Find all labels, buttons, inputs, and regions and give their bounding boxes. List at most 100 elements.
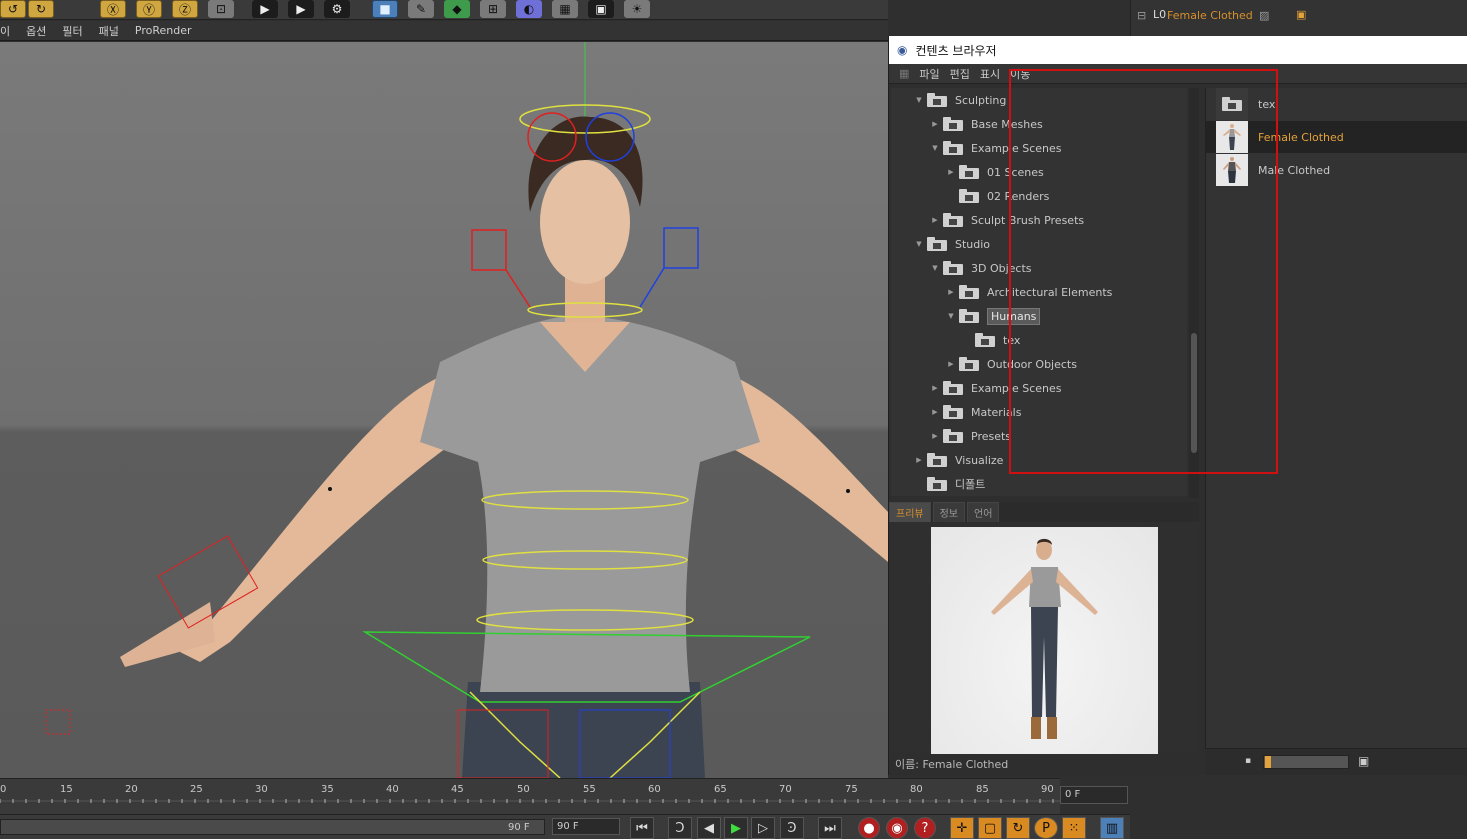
collapse-arrow-icon[interactable]: ▼ [915,96,923,104]
tab-info[interactable]: 정보 [932,502,966,522]
go-to-start-icon[interactable]: ⏮ [630,817,654,839]
end-frame-field[interactable]: 90 F [552,818,620,835]
object-manager-strip: ⊟ L0 Female Clothed ▨ ▣ [1130,0,1467,36]
y-axis-icon[interactable]: Ⓨ [136,0,162,18]
spline-pen-icon[interactable]: ✎ [408,0,434,18]
timeline-ruler[interactable]: 0 15 20 25 30 35 40 45 50 55 60 65 70 75… [0,778,1060,814]
3d-viewport[interactable] [0,42,888,778]
undo-icon[interactable]: ↺ [0,0,26,18]
rotate-key-icon[interactable]: ↻ [1006,817,1030,839]
pla-key-icon[interactable]: ⁙ [1062,817,1086,839]
tree-item-label: Visualize [955,453,1004,467]
play-icon[interactable]: ▶ [724,817,748,839]
folder-icon [959,165,979,179]
viewport-menu-view[interactable]: 이 [0,23,10,39]
hierarchy-icon[interactable]: ⊟ [1137,9,1146,22]
thumbnail-size-slider[interactable] [1263,755,1349,769]
preview-range-slider[interactable]: 90 F [0,819,545,835]
edit-render-settings-icon[interactable]: ⚙ [324,0,350,18]
cinema4d-logo-icon: ◉ [897,43,908,57]
grip-icon: ▦ [899,67,910,80]
keyframe-selection-icon[interactable]: ? [914,817,936,839]
tree-item-presets[interactable]: ▶ Presets [931,424,1011,448]
tree-item-label: 디폴트 [955,478,986,491]
content-browser-titlebar[interactable]: ◉ 컨텐츠 브라우저 [889,36,1467,64]
collapse-arrow-icon[interactable]: ▼ [931,144,939,152]
move-key-icon[interactable]: ✛ [950,817,974,839]
tab-language[interactable]: 언어 [967,502,1000,522]
go-to-end-icon[interactable]: ⏭ [818,817,842,839]
viewport-menu-prorender[interactable]: ProRender [135,24,192,37]
tree-item-default[interactable]: 디폴트 [915,472,985,496]
layer-icon[interactable]: ▨ [1259,9,1269,22]
coordinate-system-icon[interactable]: ⊡ [208,0,234,18]
folder-icon [959,285,979,299]
tree-item-materials[interactable]: ▶ Materials [931,400,1021,424]
menu-view[interactable]: 표시 [980,66,1000,82]
folder-icon [943,381,963,395]
previous-key-icon[interactable]: Ͻ [668,817,692,839]
menu-file[interactable]: 파일 [919,66,939,82]
light-icon[interactable]: ☀ [624,0,650,18]
deformer-icon[interactable]: ◐ [516,0,542,18]
expand-arrow-icon[interactable]: ▶ [947,168,955,176]
object-name-female-clothed[interactable]: Female Clothed [1167,9,1253,22]
x-axis-icon[interactable]: Ⓧ [100,0,126,18]
menu-edit[interactable]: 편집 [950,66,970,82]
expand-arrow-icon[interactable]: ▶ [947,360,955,368]
preview-tabs: 프리뷰 정보 언어 [889,502,1199,522]
previous-frame-icon[interactable]: ◀ [697,817,721,839]
viewport-menu-panel[interactable]: 패널 [99,23,119,39]
tree-item-visualize[interactable]: ▶ Visualize [915,448,1003,472]
record-icon[interactable]: ● [858,817,880,839]
folder-icon [927,453,947,467]
render-view-icon[interactable]: ▶ [252,0,278,18]
expand-arrow-icon[interactable]: ▶ [947,288,955,296]
viewport-menu-filter[interactable]: 필터 [62,23,82,39]
viewport-menu-options[interactable]: 옵션 [26,23,46,39]
scale-key-icon[interactable]: ▢ [978,817,1002,839]
expand-arrow-icon[interactable]: ▶ [931,432,939,440]
small-thumbnail-icon[interactable]: ▪ [1245,756,1251,766]
autokey-icon[interactable]: ◉ [886,817,908,839]
expand-arrow-icon[interactable]: ▶ [931,120,939,128]
collapse-arrow-icon[interactable]: ▼ [931,264,939,272]
large-thumbnail-icon[interactable]: ▣ [1358,754,1369,768]
timeline-ticks [0,799,1060,803]
camera-icon[interactable]: ▣ [588,0,614,18]
folder-open-icon [959,309,979,323]
folder-icon [975,333,995,347]
expand-arrow-icon[interactable]: ▶ [931,384,939,392]
preview-name-label: 이름: Female Clothed [895,758,1009,771]
folder-open-icon [943,141,963,155]
next-key-icon[interactable]: Ͽ [780,817,804,839]
playback-bar: 90 F 90 F ⏮ Ͻ ◀ ▶ ▷ Ͽ ⏭ ● ◉ ? ✛ ▢ ↻ P ⁙ … [0,814,1130,839]
tag-icon[interactable]: ▣ [1296,8,1306,21]
collapse-arrow-icon[interactable]: ▼ [915,240,923,248]
render-picture-icon[interactable]: ▶ [288,0,314,18]
folder-icon [943,117,963,131]
tree-item-studio[interactable]: ▼ Studio [915,232,990,256]
expand-arrow-icon[interactable]: ▶ [931,408,939,416]
tab-preview[interactable]: 프리뷰 [889,502,931,522]
z-axis-icon[interactable]: Ⓩ [172,0,198,18]
current-frame-field[interactable]: 0 F [1060,786,1128,804]
expand-arrow-icon[interactable]: ▶ [915,456,923,464]
param-key-icon[interactable]: P [1034,817,1058,839]
cube-icon[interactable]: ■ [372,0,398,18]
collapse-arrow-icon[interactable]: ▼ [947,312,955,320]
subdivision-icon[interactable]: ◆ [444,0,470,18]
timeline-icon[interactable]: ▥ [1100,817,1124,839]
tree-item-sculpting[interactable]: ▼ Sculpting [915,88,1006,112]
highlight-box [1009,69,1278,474]
floor-icon[interactable]: ▦ [552,0,578,18]
slider-knob[interactable] [1265,756,1271,768]
next-frame-icon[interactable]: ▷ [751,817,775,839]
tick-label: 15 [60,784,73,795]
tick-label: 60 [648,784,661,795]
redo-icon[interactable]: ↻ [28,0,54,18]
expand-arrow-icon[interactable]: ▶ [931,216,939,224]
tick-label: 40 [386,784,399,795]
array-icon[interactable]: ⊞ [480,0,506,18]
tree-item-label: Presets [971,429,1012,443]
